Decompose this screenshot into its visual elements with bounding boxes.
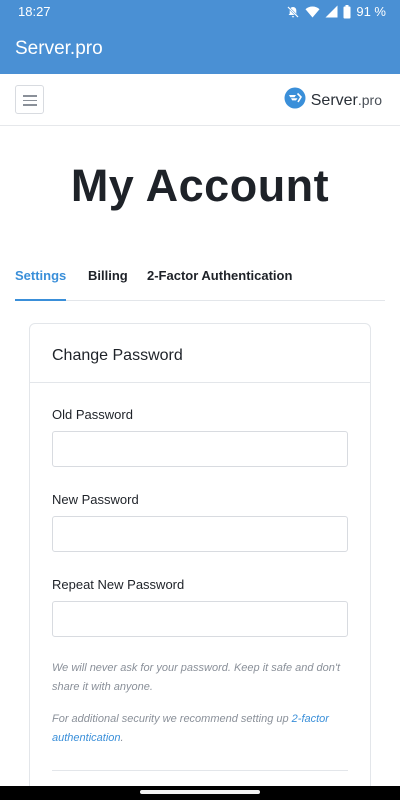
app-title: Server.pro	[15, 38, 103, 59]
tab-2-factor-authentication[interactable]: 2-Factor Authentication	[147, 268, 292, 283]
old-password-field[interactable]	[52, 431, 348, 467]
new-password-label: New Password	[52, 492, 139, 507]
active-tab-indicator	[15, 299, 66, 301]
signal-icon	[325, 5, 338, 18]
status-icons: 91 %	[286, 4, 386, 19]
old-password-label: Old Password	[52, 407, 133, 422]
new-password-field[interactable]	[52, 516, 348, 552]
battery-percent: 91 %	[356, 4, 386, 19]
security-recommendation-note: For additional security we recommend set…	[52, 710, 352, 748]
logo-text-main: Server	[310, 91, 358, 109]
system-navigation-bar	[0, 786, 400, 800]
wifi-icon	[305, 5, 320, 18]
logo-text: Server.pro	[311, 92, 382, 110]
change-password-card: Change Password Old Password New Passwor…	[29, 323, 371, 800]
security-note-prefix: For additional security we recommend set…	[52, 713, 292, 725]
card-header: Change Password	[30, 324, 370, 383]
status-bar: 18:27 91 %	[0, 0, 400, 24]
tab-settings[interactable]: Settings	[15, 268, 66, 283]
security-note-suffix: .	[120, 732, 124, 744]
home-gesture-handle[interactable]	[140, 790, 260, 794]
card-title: Change Password	[52, 347, 183, 364]
password-safety-note: We will never ask for your password. Kee…	[52, 662, 341, 693]
card-divider	[52, 770, 348, 771]
tab-billing[interactable]: Billing	[88, 268, 128, 283]
site-logo[interactable]: Server.pro	[284, 87, 382, 114]
app-bar: Server.pro	[0, 24, 400, 74]
account-tabs: Settings Billing 2-Factor Authentication	[15, 252, 385, 301]
bell-off-icon	[286, 5, 300, 19]
site-header: Server.pro	[0, 74, 400, 126]
hamburger-menu-icon[interactable]	[15, 85, 44, 114]
repeat-new-password-label: Repeat New Password	[52, 577, 185, 592]
battery-icon	[343, 4, 351, 19]
server-pro-logo-icon	[284, 87, 306, 114]
page-title: My Account	[70, 160, 330, 211]
logo-text-suffix: .pro	[357, 91, 382, 108]
status-time: 18:27	[18, 4, 51, 19]
repeat-new-password-field[interactable]	[52, 601, 348, 637]
